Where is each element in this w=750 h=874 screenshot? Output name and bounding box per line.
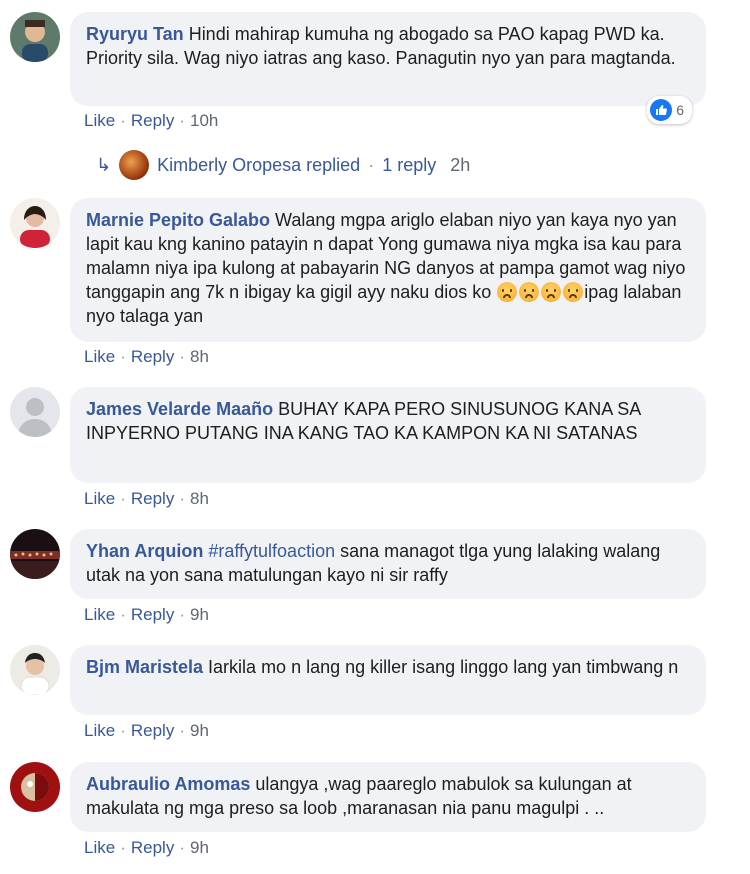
like-link[interactable]: Like [84, 489, 115, 508]
reply-author[interactable]: Kimberly Oropesa [157, 155, 301, 175]
comment-author[interactable]: James Velarde Maaño [86, 399, 273, 419]
timestamp[interactable]: 8h [190, 347, 209, 366]
comment-actions: Like · Reply · 10h [84, 111, 219, 130]
comment-text: Iarkila mo n lang ng killer isang linggo… [203, 657, 679, 677]
reply-count[interactable]: 1 reply [382, 155, 436, 176]
reply-link[interactable]: Reply [131, 838, 174, 857]
reply-link[interactable]: Reply [131, 489, 174, 508]
frowning-face-icon [541, 282, 562, 302]
avatar[interactable] [10, 645, 60, 695]
avatar[interactable] [10, 529, 60, 579]
reply-link[interactable]: Reply [131, 721, 174, 740]
timestamp[interactable]: 9h [190, 605, 209, 624]
reaction-number: 6 [676, 102, 684, 118]
comment-actions: Like · Reply · 8h [84, 347, 209, 366]
reply-link[interactable]: Reply [131, 347, 174, 366]
comment-bubble: James Velarde Maaño BUHAY KAPA PERO SINU… [70, 387, 706, 483]
comment-bubble: Ryuryu Tan Hindi mahirap kumuha ng aboga… [70, 12, 706, 124]
reply-arrow-icon: ↳ [96, 154, 112, 175]
avatar[interactable] [10, 762, 60, 812]
comment-actions: Like · Reply · 9h [84, 721, 209, 740]
frowning-face-icon [519, 282, 540, 302]
comment-author[interactable]: Marnie Pepito Galabo [86, 210, 270, 230]
comment-author[interactable]: Aubraulio Amomas [86, 774, 250, 794]
hashtag-link[interactable]: #raffytulfoaction [208, 541, 335, 561]
timestamp[interactable]: 9h [190, 838, 209, 857]
avatar[interactable] [10, 387, 60, 437]
comment-actions: Like · Reply · 9h [84, 605, 209, 624]
reply-link[interactable]: Reply [131, 111, 174, 130]
like-link[interactable]: Like [84, 111, 115, 130]
timestamp[interactable]: 8h [190, 489, 209, 508]
reply-link[interactable]: Reply [131, 605, 174, 624]
frowning-face-icon [497, 282, 518, 302]
avatar[interactable] [10, 198, 60, 248]
comment-bubble: Aubraulio Amomas ulangya ,wag paareglo m… [70, 762, 706, 832]
comment-bubble: Marnie Pepito Galabo Walang mgpa ariglo … [70, 198, 706, 342]
like-link[interactable]: Like [84, 721, 115, 740]
comment-bubble: Bjm Maristela Iarkila mo n lang ng kille… [70, 645, 706, 715]
thumbs-up-icon [650, 99, 673, 121]
reaction-count[interactable]: 6 [647, 96, 692, 124]
timestamp[interactable]: 10h [190, 111, 218, 130]
comment-author[interactable]: Bjm Maristela [86, 657, 203, 677]
reply-thread-link[interactable]: ↳ Kimberly Oropesa replied · 1 reply 2h [96, 150, 470, 180]
like-link[interactable]: Like [84, 605, 115, 624]
comment-actions: Like · Reply · 9h [84, 838, 209, 857]
comment-actions: Like · Reply · 8h [84, 489, 209, 508]
frowning-face-icon [563, 282, 584, 302]
timestamp[interactable]: 9h [190, 721, 209, 740]
comment-bubble: Yhan Arquion #raffytulfoaction sana mana… [70, 529, 706, 599]
timestamp: 2h [450, 154, 471, 175]
like-link[interactable]: Like [84, 347, 115, 366]
comment-author[interactable]: Yhan Arquion [86, 541, 203, 561]
comment-author[interactable]: Ryuryu Tan [86, 24, 184, 44]
avatar[interactable] [10, 12, 60, 62]
avatar [119, 150, 150, 180]
like-link[interactable]: Like [84, 838, 115, 857]
